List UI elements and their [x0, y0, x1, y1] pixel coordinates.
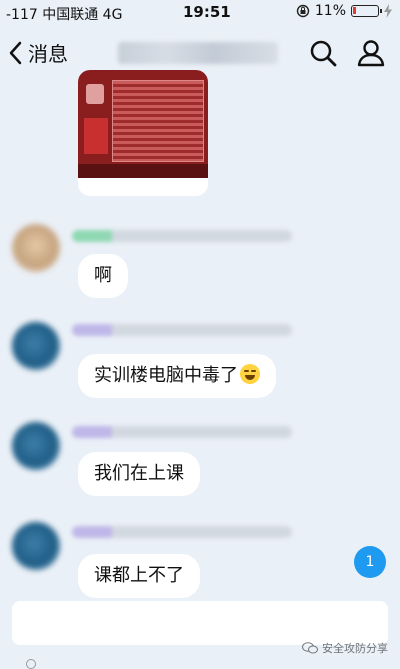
sender-name-blurred [72, 526, 292, 538]
image-message[interactable] [78, 70, 208, 196]
avatar[interactable] [12, 422, 60, 470]
sender-name-blurred [72, 426, 292, 438]
chevron-left-icon [9, 41, 22, 64]
avatar[interactable] [12, 322, 60, 370]
ransomware-screen-photo [78, 70, 208, 178]
status-time: 19:51 [183, 3, 231, 21]
search-icon[interactable] [308, 38, 338, 68]
status-bar: -117 中国联通 4G 19:51 11% [0, 0, 400, 26]
screen-text-panel [112, 80, 204, 162]
watermark-text: 安全攻防分享 [322, 642, 388, 655]
message-input[interactable] [12, 601, 388, 645]
screen-red-block [84, 118, 108, 154]
carrier-signal: -117 中国联通 4G [6, 7, 123, 23]
lock-icon [86, 84, 104, 104]
unread-count-badge[interactable]: 1 [354, 546, 386, 578]
back-button[interactable]: 消息 [8, 38, 68, 67]
sender-name-blurred [72, 324, 292, 336]
battery-icon [351, 5, 382, 17]
message-text: 我们在上课 [94, 463, 184, 484]
chat-title-blurred [118, 42, 278, 64]
message-bubble[interactable]: 啊 [78, 254, 128, 298]
charging-bolt-icon [384, 4, 392, 18]
battery-percent: 11% [314, 3, 346, 19]
group-members-icon[interactable] [354, 38, 388, 68]
message-text: 啊 [94, 265, 112, 286]
avatar[interactable] [12, 522, 60, 570]
message-text: 课都上不了 [94, 565, 184, 586]
watermark: 安全攻防分享 [302, 640, 388, 656]
message-text: 实训楼电脑中毒了 [94, 365, 238, 386]
message-bubble[interactable]: 实训楼电脑中毒了 [78, 354, 276, 398]
message-bubble[interactable]: 我们在上课 [78, 452, 200, 496]
wechat-icon [302, 642, 318, 654]
rotation-lock-icon [296, 4, 310, 18]
message-bubble[interactable]: 课都上不了 [78, 554, 200, 598]
avatar[interactable] [12, 224, 60, 272]
sender-name-blurred [72, 230, 292, 242]
status-right: 11% [296, 3, 392, 19]
laughing-tears-emoji-icon [240, 364, 260, 384]
back-label: 消息 [28, 42, 68, 66]
screen-bottom-bar [78, 164, 208, 178]
emoji-toggle-icon[interactable] [26, 659, 36, 669]
